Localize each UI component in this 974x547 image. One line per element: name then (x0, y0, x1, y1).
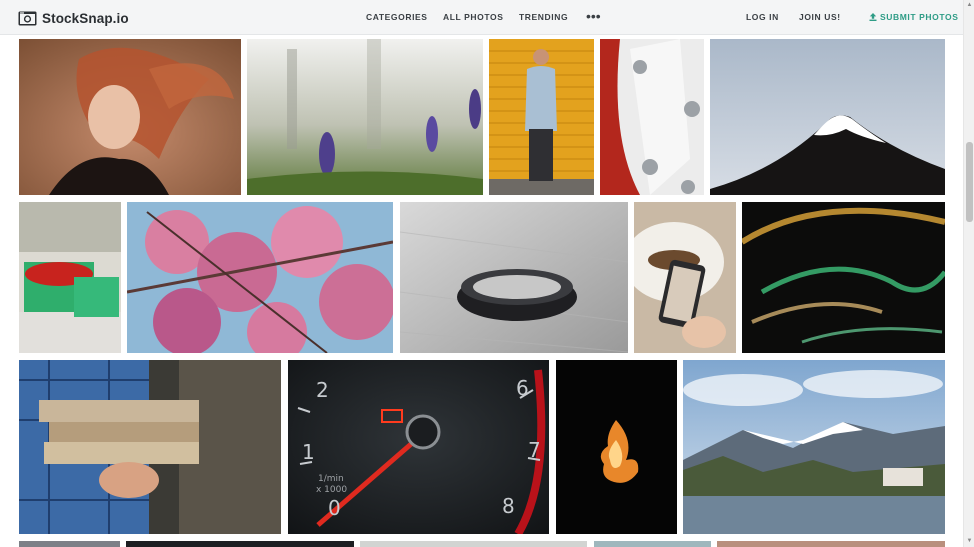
submit-photos-label: SUBMIT PHOTOS (880, 12, 959, 22)
vertical-scrollbar[interactable]: ▲ ▼ (963, 0, 974, 547)
gauge-number-8: 8 (502, 494, 515, 518)
photo-firewood[interactable] (19, 360, 281, 534)
gauge-number-7: 7 (528, 438, 541, 462)
photo-purple-flowers[interactable] (247, 39, 483, 195)
photo-woman-red-hair[interactable] (19, 39, 241, 195)
scroll-up-arrow-icon[interactable]: ▲ (965, 1, 974, 10)
gauge-number-6: 6 (516, 376, 529, 400)
scroll-down-arrow-icon[interactable]: ▼ (965, 537, 974, 546)
photo-tachometer[interactable]: 2 1 6 7 8 0 1/min x 1000 (288, 360, 549, 534)
photo-row4-5[interactable] (717, 541, 945, 547)
photo-fire-dark[interactable] (556, 360, 677, 534)
photo-man-yellow-wall[interactable] (489, 39, 594, 195)
photo-snowy-volcano[interactable] (710, 39, 945, 195)
photo-row4-4[interactable] (594, 541, 711, 547)
scroll-thumb[interactable] (966, 142, 973, 222)
submit-photos-button[interactable]: SUBMIT PHOTOS (869, 12, 958, 22)
photo-row4-2[interactable] (126, 541, 354, 547)
gauge-unit-line2: x 1000 (316, 485, 348, 495)
camera-icon (18, 11, 37, 25)
photo-white-pipe-bolts[interactable] (600, 39, 704, 195)
photo-lake-castle-mountains[interactable] (683, 360, 945, 534)
photo-strawberry-baskets[interactable] (19, 202, 121, 353)
photo-row4-3[interactable] (360, 541, 587, 547)
photo-light-trails[interactable] (742, 202, 945, 353)
nav-log-in[interactable]: LOG IN (746, 12, 779, 22)
photo-phone-food[interactable] (634, 202, 736, 353)
top-navbar: StockSnap.io CATEGORIES ALL PHOTOS TREND… (0, 0, 963, 35)
gauge-number-0: 0 (328, 496, 341, 520)
nav-more-menu[interactable]: ••• (586, 8, 601, 24)
nav-trending[interactable]: TRENDING (519, 12, 568, 22)
photo-cherry-blossoms[interactable] (127, 202, 393, 353)
brand-logo[interactable]: StockSnap.io (18, 9, 129, 27)
nav-join-us[interactable]: JOIN US! (799, 12, 841, 22)
brand-name: StockSnap.io (42, 10, 129, 26)
photo-row4-1[interactable] (19, 541, 120, 547)
nav-all-photos[interactable]: ALL PHOTOS (443, 12, 503, 22)
gauge-number-2: 2 (316, 378, 329, 402)
gauge-number-1: 1 (302, 440, 315, 464)
nav-categories[interactable]: CATEGORIES (366, 12, 428, 22)
upload-icon (869, 13, 877, 21)
photo-black-ring[interactable] (400, 202, 628, 353)
gauge-unit-line1: 1/min (318, 474, 344, 484)
